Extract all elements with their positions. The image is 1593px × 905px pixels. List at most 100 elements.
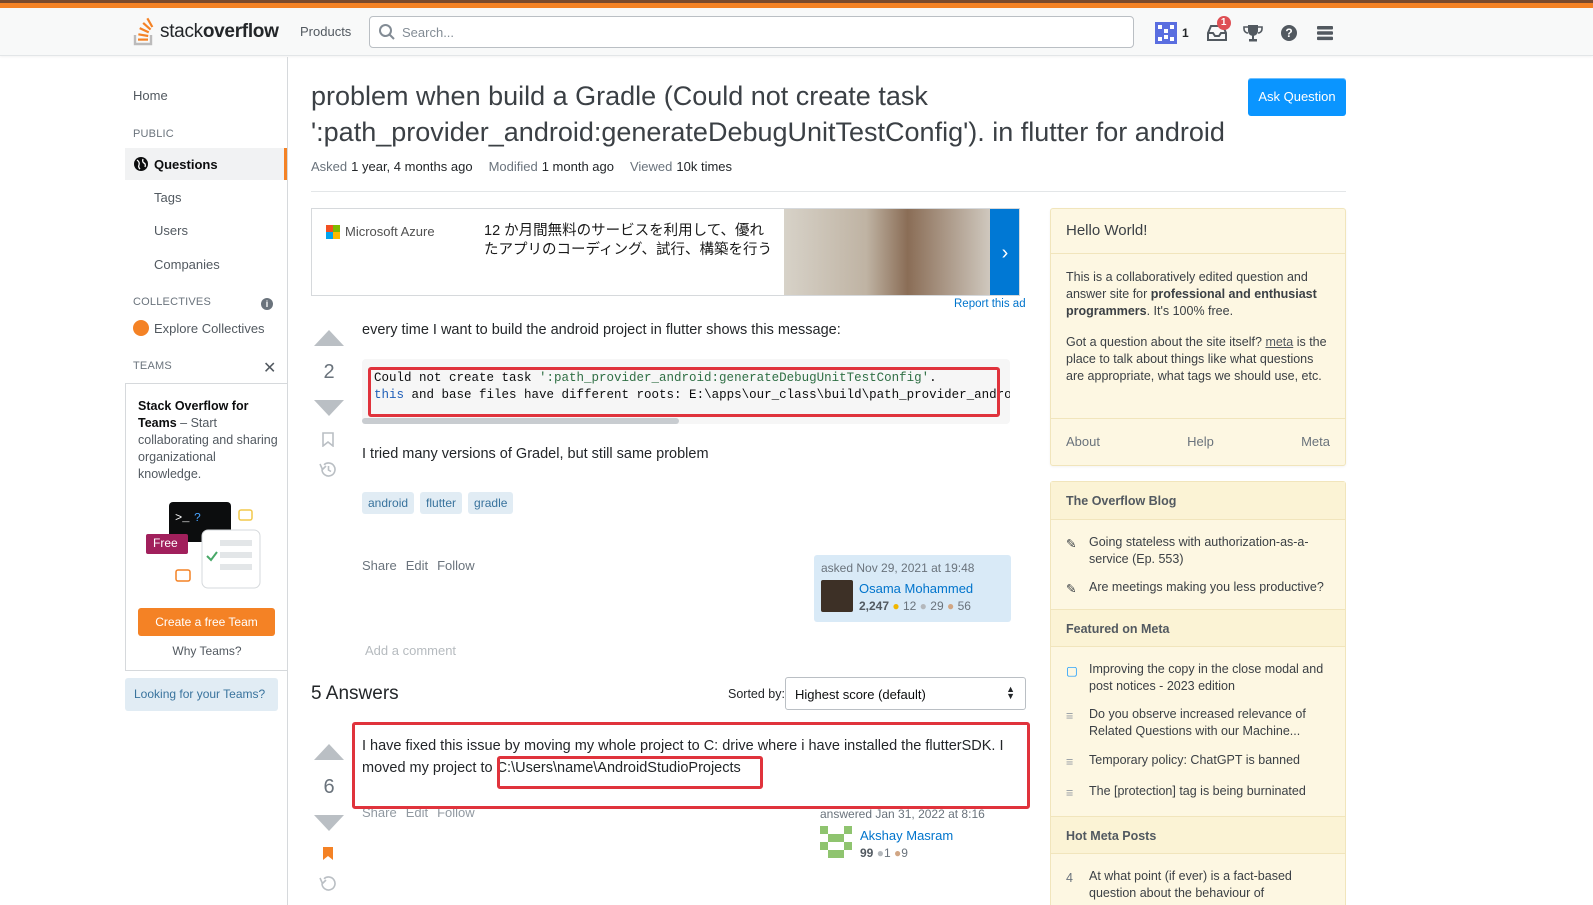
top-accent-stripe bbox=[0, 0, 1593, 8]
explore-collectives-label: Explore Collectives bbox=[154, 320, 265, 336]
edit-link[interactable]: Edit bbox=[406, 558, 428, 573]
question-owner-card: asked Nov 29, 2021 at 19:48 Osama Mohamm… bbox=[814, 555, 1011, 622]
downvote-icon[interactable] bbox=[313, 399, 345, 417]
meta-link[interactable]: meta bbox=[1265, 335, 1293, 349]
hello-divider bbox=[1051, 253, 1345, 254]
nav-home[interactable]: Home bbox=[133, 88, 168, 103]
search-box[interactable] bbox=[369, 16, 1134, 48]
ask-question-button[interactable]: Ask Question bbox=[1248, 78, 1346, 116]
question-tags: android flutter gradle bbox=[362, 492, 514, 514]
nav-public-heading: PUBLIC bbox=[133, 128, 174, 140]
meta-footer-link[interactable]: Meta bbox=[1301, 434, 1330, 466]
answer-author-avatar[interactable] bbox=[820, 826, 852, 858]
svg-text:?: ? bbox=[194, 511, 201, 525]
help-icon[interactable]: ? bbox=[1275, 20, 1303, 46]
nav-explore-collectives[interactable]: Explore Collectives bbox=[133, 320, 265, 336]
featured-item[interactable]: ≡ The [protection] tag is being burninate… bbox=[1066, 783, 1334, 802]
microsoft-logo-icon bbox=[326, 224, 340, 239]
teams-promo-text: Stack Overflow for Teams – Start collabo… bbox=[138, 399, 278, 481]
chat-bubble-icon: ▢ bbox=[1066, 664, 1078, 678]
owner-avatar[interactable] bbox=[821, 580, 853, 612]
highlight-box-path bbox=[497, 756, 763, 789]
ad-photo bbox=[784, 209, 990, 295]
question-title[interactable]: problem when build a Gradle (Could not c… bbox=[311, 78, 1231, 150]
report-ad-link[interactable]: Report this ad bbox=[954, 298, 1026, 310]
featured-item[interactable]: ≡ Temporary policy: ChatGPT is banned bbox=[1066, 752, 1334, 771]
blog-item[interactable]: ✎ Are meetings making you less productive… bbox=[1066, 579, 1334, 598]
history-icon[interactable] bbox=[319, 461, 337, 478]
bookmark-icon[interactable] bbox=[322, 432, 334, 447]
achievements-trophy-icon[interactable] bbox=[1239, 20, 1267, 46]
stack-icon: ≡ bbox=[1066, 709, 1074, 723]
pencil-icon: ✎ bbox=[1066, 582, 1077, 596]
stackoverflow-logo-icon bbox=[133, 17, 154, 46]
question-body-outro: I tried many versions of Gradel, but sti… bbox=[362, 446, 709, 462]
answer-upvote-icon[interactable] bbox=[313, 743, 345, 761]
featured-item[interactable]: ≡ Do you observe increased relevance of R… bbox=[1066, 706, 1334, 740]
products-menu[interactable]: Products bbox=[300, 24, 351, 39]
stackoverflow-logo[interactable]: stackoverflow bbox=[132, 16, 279, 48]
tag-flutter[interactable]: flutter bbox=[420, 492, 463, 514]
answer-bookmark-icon[interactable] bbox=[322, 846, 334, 861]
create-free-team-button[interactable]: Create a free Team bbox=[138, 608, 275, 636]
blog-heading: The Overflow Blog bbox=[1051, 482, 1345, 520]
blog-item[interactable]: ✎ Going stateless with authorization-as-a… bbox=[1066, 534, 1334, 568]
sort-select-value: Highest score (default) bbox=[795, 687, 926, 702]
modified-info[interactable]: Modified 1 month ago bbox=[489, 159, 614, 174]
tag-android[interactable]: android bbox=[362, 492, 415, 514]
nav-companies[interactable]: Companies bbox=[154, 257, 220, 272]
search-input[interactable] bbox=[402, 17, 1122, 47]
sorted-by-label: Sorted by: bbox=[728, 687, 785, 701]
tag-gradle[interactable]: gradle bbox=[468, 492, 514, 514]
user-avatar-icon[interactable] bbox=[1152, 20, 1180, 46]
follow-link[interactable]: Follow bbox=[437, 558, 475, 573]
nav-tags[interactable]: Tags bbox=[154, 190, 181, 205]
overflow-blog-widget: The Overflow Blog ✎ Going stateless with … bbox=[1050, 481, 1346, 905]
inbox-badge: 1 bbox=[1216, 16, 1231, 30]
stack-icon: ≡ bbox=[1066, 786, 1074, 800]
answer-author-name[interactable]: Akshay Masram bbox=[860, 828, 953, 843]
nav-questions[interactable]: Questions bbox=[125, 148, 287, 180]
hot-meta-score: 4 bbox=[1066, 871, 1073, 885]
teams-close-icon[interactable]: ✕ bbox=[263, 358, 276, 378]
question-meta: Asked 1 year, 4 months ago Modified 1 mont… bbox=[311, 159, 732, 174]
ad-next-chevron-icon[interactable]: › bbox=[990, 209, 1019, 295]
reputation-count: 1 bbox=[1182, 26, 1189, 40]
owner-name[interactable]: Osama Mohammed bbox=[859, 581, 973, 596]
site-switcher-icon[interactable] bbox=[1311, 20, 1339, 46]
asked-time[interactable]: asked Nov 29, 2021 at 19:48 bbox=[821, 561, 974, 575]
upvote-icon[interactable] bbox=[313, 329, 345, 347]
about-link[interactable]: About bbox=[1066, 434, 1100, 466]
svg-text:>_: >_ bbox=[175, 511, 190, 525]
share-link[interactable]: Share bbox=[362, 558, 397, 573]
hello-title: Hello World! bbox=[1066, 222, 1148, 239]
add-comment-link[interactable]: Add a comment bbox=[365, 643, 456, 658]
sort-select[interactable]: Highest score (default) ▲ ▼ bbox=[785, 677, 1026, 710]
nav-questions-label: Questions bbox=[154, 156, 218, 172]
question-score: 2 bbox=[323, 361, 335, 383]
hello-footer: About Help Meta bbox=[1051, 418, 1345, 466]
ad-brand: Microsoft Azure bbox=[326, 224, 435, 239]
ad-text: 12 か月間無料のサービスを利用して、優れたアプリのコーディング、試行、構築を行… bbox=[484, 223, 772, 258]
stack-icon: ≡ bbox=[1066, 755, 1074, 769]
nav-teams-heading: TEAMS bbox=[133, 360, 172, 372]
collectives-info-icon[interactable]: i bbox=[261, 298, 273, 310]
top-icons: 1 1 ? bbox=[1152, 16, 1347, 46]
hot-meta-item[interactable]: 4 At what point (if ever) is a fact-based… bbox=[1066, 868, 1334, 902]
advertisement[interactable]: Microsoft Azure 12 か月間無料のサービスを利用して、優れたアプ… bbox=[311, 208, 1020, 296]
featured-item[interactable]: ▢ Improving the copy in the close modal a… bbox=[1066, 661, 1334, 695]
help-link[interactable]: Help bbox=[1187, 434, 1214, 466]
nav-users[interactable]: Users bbox=[154, 223, 188, 238]
answer-history-icon[interactable] bbox=[319, 875, 337, 892]
answer-downvote-icon[interactable] bbox=[313, 814, 345, 832]
inbox-icon[interactable]: 1 bbox=[1203, 16, 1231, 46]
hot-meta-heading: Hot Meta Posts bbox=[1051, 816, 1345, 854]
looking-for-teams-link[interactable]: Looking for your Teams? bbox=[125, 678, 278, 711]
ad-brand-label: Microsoft Azure bbox=[345, 224, 435, 239]
why-teams-link[interactable]: Why Teams? bbox=[126, 644, 288, 658]
code-scrollbar[interactable] bbox=[362, 418, 679, 424]
answers-count: 5 Answers bbox=[311, 683, 399, 704]
globe-icon bbox=[134, 157, 148, 171]
answered-time[interactable]: answered Jan 31, 2022 at 8:16 bbox=[820, 807, 985, 821]
owner-reputation: 2,247 ● 12 ● 29 ● 56 bbox=[859, 599, 971, 613]
